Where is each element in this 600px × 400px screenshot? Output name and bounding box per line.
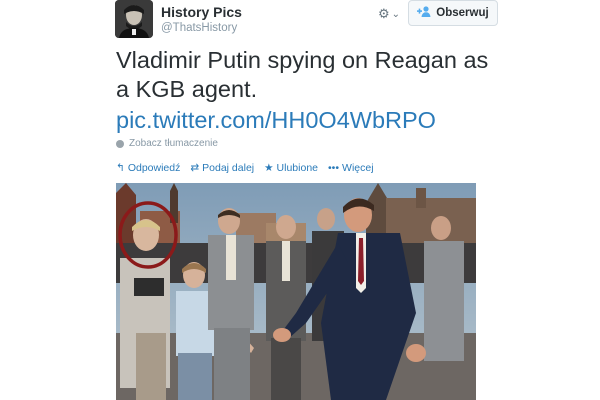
tweet-card: History Pics @ThatsHistory ⚙ ⌄ Obserwuj … (0, 0, 600, 400)
translate-link[interactable]: Zobacz tłumaczenie (116, 138, 218, 149)
more-label: Więcej (342, 162, 374, 174)
author-handle[interactable]: @ThatsHistory (161, 22, 237, 34)
lincoln-portrait-icon (115, 0, 153, 38)
follow-label: Obserwuj (436, 7, 489, 19)
globe-icon (116, 139, 124, 148)
retweet-label: Podaj dalej (202, 162, 255, 174)
more-dots-icon: ••• (328, 162, 340, 174)
red-square-photo (116, 183, 476, 400)
retweet-icon: ⇄ (190, 162, 200, 174)
tweet-media-link[interactable]: pic.twitter.com/HH0O4WbRPO (116, 106, 436, 135)
reply-icon: ↰ (116, 162, 125, 174)
avatar[interactable] (115, 0, 153, 38)
tweet-text: Vladimir Putin spying on Reagan as a KGB… (116, 47, 489, 102)
favorite-label: Ulubione (276, 162, 318, 174)
reply-label: Odpowiedź (127, 162, 181, 174)
more-button[interactable]: ••• Więcej (328, 162, 374, 174)
retweet-button[interactable]: ⇄ Podaj dalej (190, 162, 254, 174)
translate-label: Zobacz tłumaczenie (129, 138, 218, 149)
reply-button[interactable]: ↰ Odpowiedź (116, 162, 180, 174)
settings-dropdown[interactable]: ⚙ ⌄ (375, 4, 403, 24)
favorite-button[interactable]: ★ Ulubione (264, 162, 318, 174)
tweet-actions: ↰ Odpowiedź ⇄ Podaj dalej ★ Ulubione •••… (116, 162, 374, 174)
person-plus-icon (417, 6, 431, 20)
gear-icon: ⚙ (377, 6, 390, 21)
tweet-photo[interactable] (116, 183, 476, 400)
author-name[interactable]: History Pics (161, 4, 242, 20)
star-icon: ★ (264, 162, 274, 174)
follow-button[interactable]: Obserwuj (408, 0, 498, 26)
chevron-down-icon: ⌄ (391, 8, 401, 20)
